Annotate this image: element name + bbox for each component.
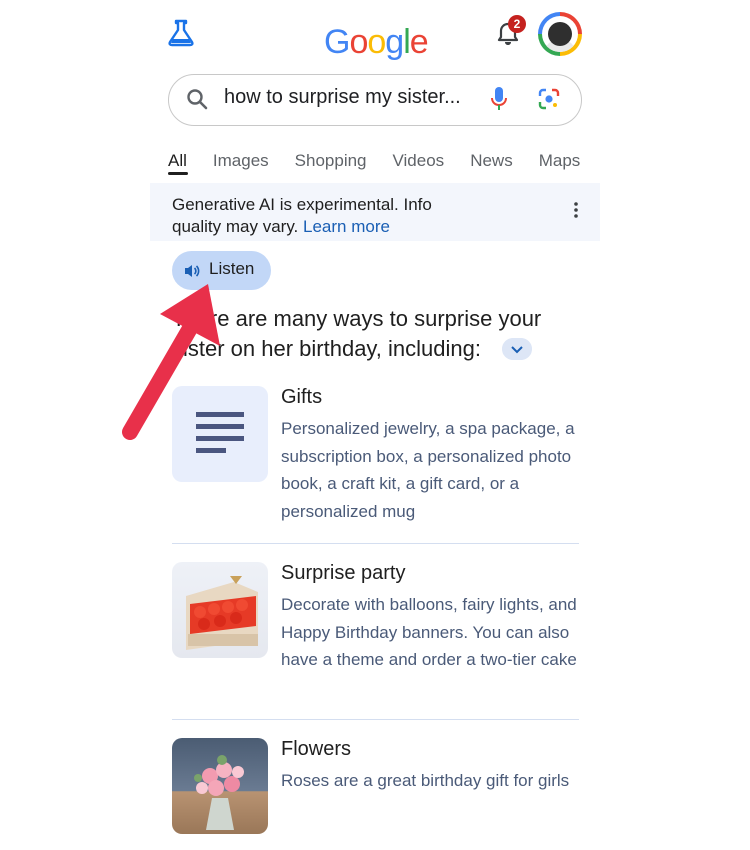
- tab-maps[interactable]: Maps: [539, 150, 581, 172]
- ai-notice-text: Generative AI is experimental. Info qual…: [172, 195, 432, 236]
- card-desc-flowers: Roses are a great birthday gift for girl…: [281, 771, 570, 790]
- tab-news[interactable]: News: [470, 150, 513, 172]
- lens-icon[interactable]: [538, 88, 560, 110]
- roses-box-image: [186, 576, 258, 650]
- notification-badge: 2: [508, 15, 526, 33]
- more-options-icon[interactable]: [568, 200, 584, 220]
- logo-letter: g: [385, 23, 404, 61]
- search-tabs: All Images Shopping Videos News Maps: [168, 150, 600, 184]
- card-desc-surprise-party: Decorate with balloons, fairy lights, an…: [281, 595, 577, 670]
- card-title-gifts[interactable]: Gifts: [281, 386, 322, 409]
- annotation-arrow-icon: [122, 284, 220, 440]
- divider: [172, 543, 579, 544]
- learn-more-link[interactable]: Learn more: [303, 217, 390, 236]
- tab-shopping[interactable]: Shopping: [295, 150, 367, 172]
- card-desc-gifts: Personalized jewelry, a spa package, a s…: [281, 419, 575, 522]
- logo-letter: e: [409, 23, 429, 61]
- flask-icon[interactable]: [166, 18, 196, 48]
- tab-all[interactable]: All: [168, 150, 187, 172]
- surprise-party-thumbnail[interactable]: [172, 562, 268, 658]
- bouquet-image: [194, 755, 244, 830]
- logo-letter: o: [349, 23, 368, 61]
- logo-letter: o: [367, 23, 386, 61]
- search-icon[interactable]: [186, 88, 208, 110]
- card-title-surprise-party[interactable]: Surprise party: [281, 562, 406, 585]
- flowers-thumbnail[interactable]: [172, 738, 268, 834]
- card-title-flowers[interactable]: Flowers: [281, 738, 351, 761]
- active-tab-indicator: [168, 172, 188, 175]
- tab-videos[interactable]: Videos: [393, 150, 445, 172]
- avatar[interactable]: [538, 12, 582, 56]
- ai-notice: Generative AI is experimental. Info qual…: [172, 194, 482, 238]
- search-input[interactable]: how to surprise my sister...: [224, 86, 461, 109]
- mic-icon[interactable]: [490, 86, 508, 112]
- tab-images[interactable]: Images: [213, 150, 269, 172]
- logo-letter: G: [324, 23, 350, 61]
- google-logo[interactable]: Google: [324, 22, 429, 62]
- divider: [172, 719, 579, 720]
- chevron-down-icon[interactable]: [502, 338, 532, 360]
